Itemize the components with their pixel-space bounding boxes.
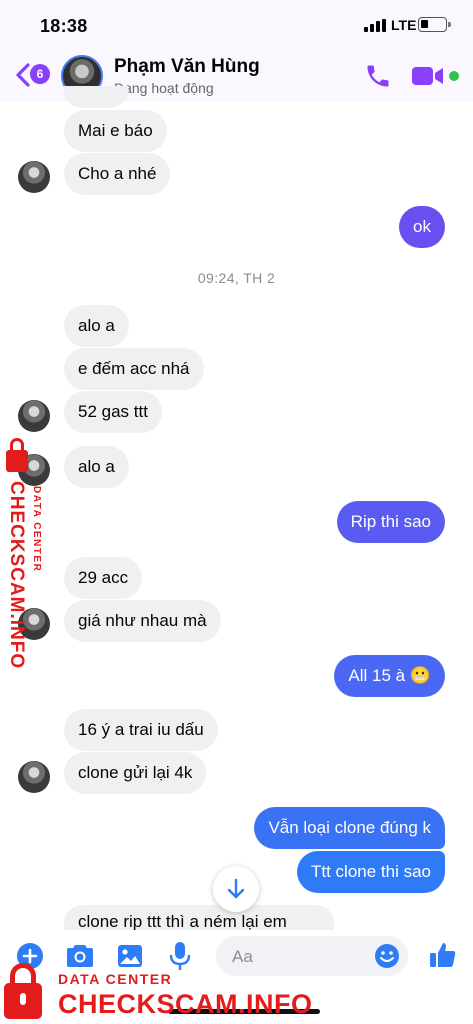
call-icon[interactable]	[364, 62, 392, 90]
online-status-dot	[449, 71, 459, 81]
message-bubble[interactable]: giá như nhau mà	[64, 600, 221, 642]
status-bar: 18:38 LTE	[0, 0, 473, 50]
message-bubble[interactable]: Ttt clone thi sao	[296, 851, 445, 893]
message-bubble[interactable]: Cho a nhé	[64, 153, 171, 195]
message-bubble[interactable]: ok	[399, 206, 445, 248]
message-bubble[interactable]: e đếm acc nhá	[64, 348, 204, 390]
message-bubble[interactable]: Mai e báo	[64, 110, 167, 152]
scroll-to-bottom-button[interactable]	[213, 866, 259, 912]
watermark-sub: DATA CENTER	[31, 486, 42, 573]
video-camera-icon[interactable]	[410, 62, 446, 90]
message-bubble[interactable]: All 15 à 😬	[334, 655, 445, 697]
message-bubble[interactable]: 52 gas ttt	[64, 391, 162, 433]
message-timestamp: 09:24, TH 2	[197, 270, 276, 286]
contact-name[interactable]: Phạm Văn Hùng	[114, 56, 260, 78]
battery-icon	[418, 17, 451, 32]
arrow-down-icon	[227, 878, 245, 899]
sender-avatar[interactable]	[18, 161, 50, 193]
message-bubble[interactable]: Rip thi sao	[336, 501, 445, 543]
message-bubble[interactable]: alo a	[64, 305, 129, 347]
message-text: clone rip ttt thì a ném lại em	[78, 912, 287, 931]
watermark-sub: DATA CENTER	[58, 971, 173, 987]
contact-status: Đang hoạt động	[114, 80, 214, 96]
sender-avatar[interactable]	[18, 400, 50, 432]
status-time: 18:38	[40, 16, 88, 36]
watermark-bottom: DATA CENTER CHECKSCAM.INFO	[0, 955, 473, 1024]
message-bubble[interactable]: alo a	[64, 446, 129, 488]
watermark-side: CHECKSCAM.INFO DATA CENTER	[0, 436, 50, 670]
message-bubble-partial	[64, 86, 128, 108]
network-type: LTE	[391, 17, 417, 33]
signal-icon	[364, 19, 386, 32]
message-bubble[interactable]: clone gửi lại 4k	[64, 752, 207, 794]
watermark-brand: CHECKSCAM.INFO	[58, 989, 313, 1019]
message-bubble[interactable]: 16 ý a trai iu dấu	[64, 709, 218, 751]
unread-badge[interactable]: 6	[30, 64, 50, 84]
watermark-brand: CHECKSCAM.INFO	[6, 481, 27, 670]
message-bubble[interactable]: Vẫn loại clone đúng k	[254, 807, 445, 849]
message-bubble[interactable]: 29 acc	[64, 557, 143, 599]
sender-avatar[interactable]	[18, 761, 50, 793]
